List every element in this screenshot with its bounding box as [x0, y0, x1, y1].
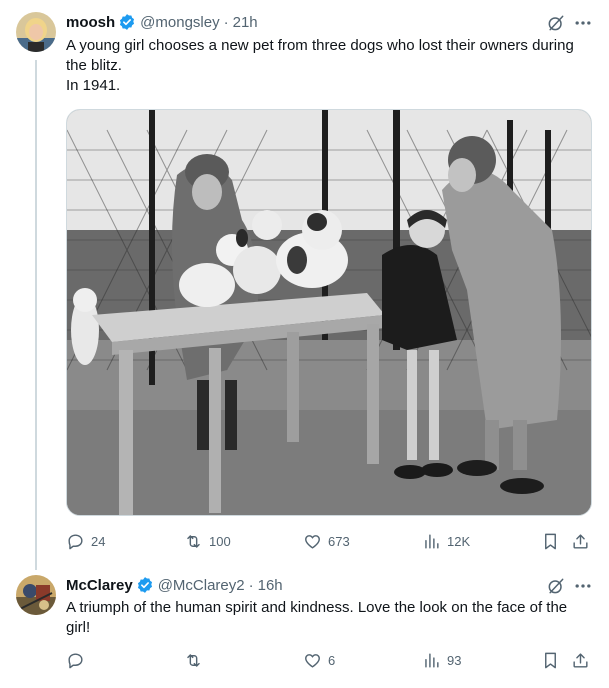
- author-handle[interactable]: @McClarey2: [158, 577, 245, 594]
- author-handle[interactable]: @mongsley: [140, 14, 219, 31]
- like-button[interactable]: 673: [303, 529, 350, 553]
- bookmark-button[interactable]: [541, 529, 560, 553]
- reply-count: 24: [91, 533, 106, 549]
- repost-icon: [187, 534, 200, 548]
- like-count: 673: [328, 533, 350, 549]
- views-count: 93: [447, 652, 462, 668]
- tweet-text-line: A triumph of the human spirit and kindne…: [66, 599, 568, 636]
- more-options-icon[interactable]: [572, 13, 594, 33]
- heart-icon: [305, 534, 320, 549]
- tweet-text: A young girl chooses a new pet from thre…: [66, 36, 586, 96]
- grok-icon[interactable]: [546, 13, 566, 33]
- bookmark-icon: [545, 652, 556, 668]
- share-icon: [573, 652, 588, 668]
- share-button[interactable]: [571, 648, 590, 672]
- tweet-header: McClarey @McClarey2 · 16h: [66, 574, 283, 596]
- thread-line: [35, 60, 37, 570]
- author-name[interactable]: moosh: [66, 14, 115, 31]
- photo-image: [67, 110, 591, 515]
- repost-count: 100: [209, 533, 231, 549]
- reply-icon: [68, 533, 83, 549]
- share-icon: [573, 533, 588, 549]
- more-options-icon[interactable]: [572, 576, 594, 596]
- timestamp[interactable]: 16h: [258, 577, 283, 594]
- bookmark-button[interactable]: [541, 648, 560, 672]
- verified-badge-icon: [137, 577, 152, 593]
- repost-icon: [187, 653, 200, 667]
- analytics-icon: [425, 533, 439, 549]
- views-button[interactable]: 12K: [422, 529, 470, 553]
- separator-dot: ·: [248, 576, 254, 594]
- tweet-text: A triumph of the human spirit and kindne…: [66, 598, 586, 638]
- reply-button[interactable]: [66, 648, 91, 672]
- avatar-image: [16, 575, 56, 615]
- timestamp[interactable]: 21h: [233, 14, 258, 31]
- reply-button[interactable]: 24: [66, 529, 105, 553]
- author-name[interactable]: McClarey: [66, 577, 133, 594]
- action-bar: 24 100 673 12K: [66, 529, 592, 553]
- tweet-photo[interactable]: [66, 109, 592, 516]
- verified-badge-icon: [120, 14, 135, 30]
- bookmark-icon: [545, 533, 556, 549]
- share-button[interactable]: [571, 529, 590, 553]
- avatar[interactable]: [16, 575, 56, 615]
- reply-icon: [68, 652, 83, 668]
- heart-icon: [305, 653, 320, 668]
- views-count: 12K: [447, 533, 471, 549]
- tweet-text-line: A young girl chooses a new pet from thre…: [66, 37, 574, 74]
- avatar-image: [16, 12, 56, 52]
- avatar[interactable]: [16, 12, 56, 52]
- tweet-header: moosh @mongsley · 21h: [66, 11, 258, 33]
- views-button[interactable]: 93: [422, 648, 461, 672]
- separator-dot: ·: [223, 13, 229, 31]
- tweet-text-line: In 1941.: [66, 77, 121, 94]
- repost-button[interactable]: 100: [184, 529, 231, 553]
- action-bar: 6 93: [66, 648, 592, 672]
- grok-icon[interactable]: [546, 576, 566, 596]
- analytics-icon: [425, 652, 439, 668]
- repost-button[interactable]: [184, 648, 209, 672]
- like-count: 6: [328, 652, 336, 668]
- like-button[interactable]: 6: [303, 648, 335, 672]
